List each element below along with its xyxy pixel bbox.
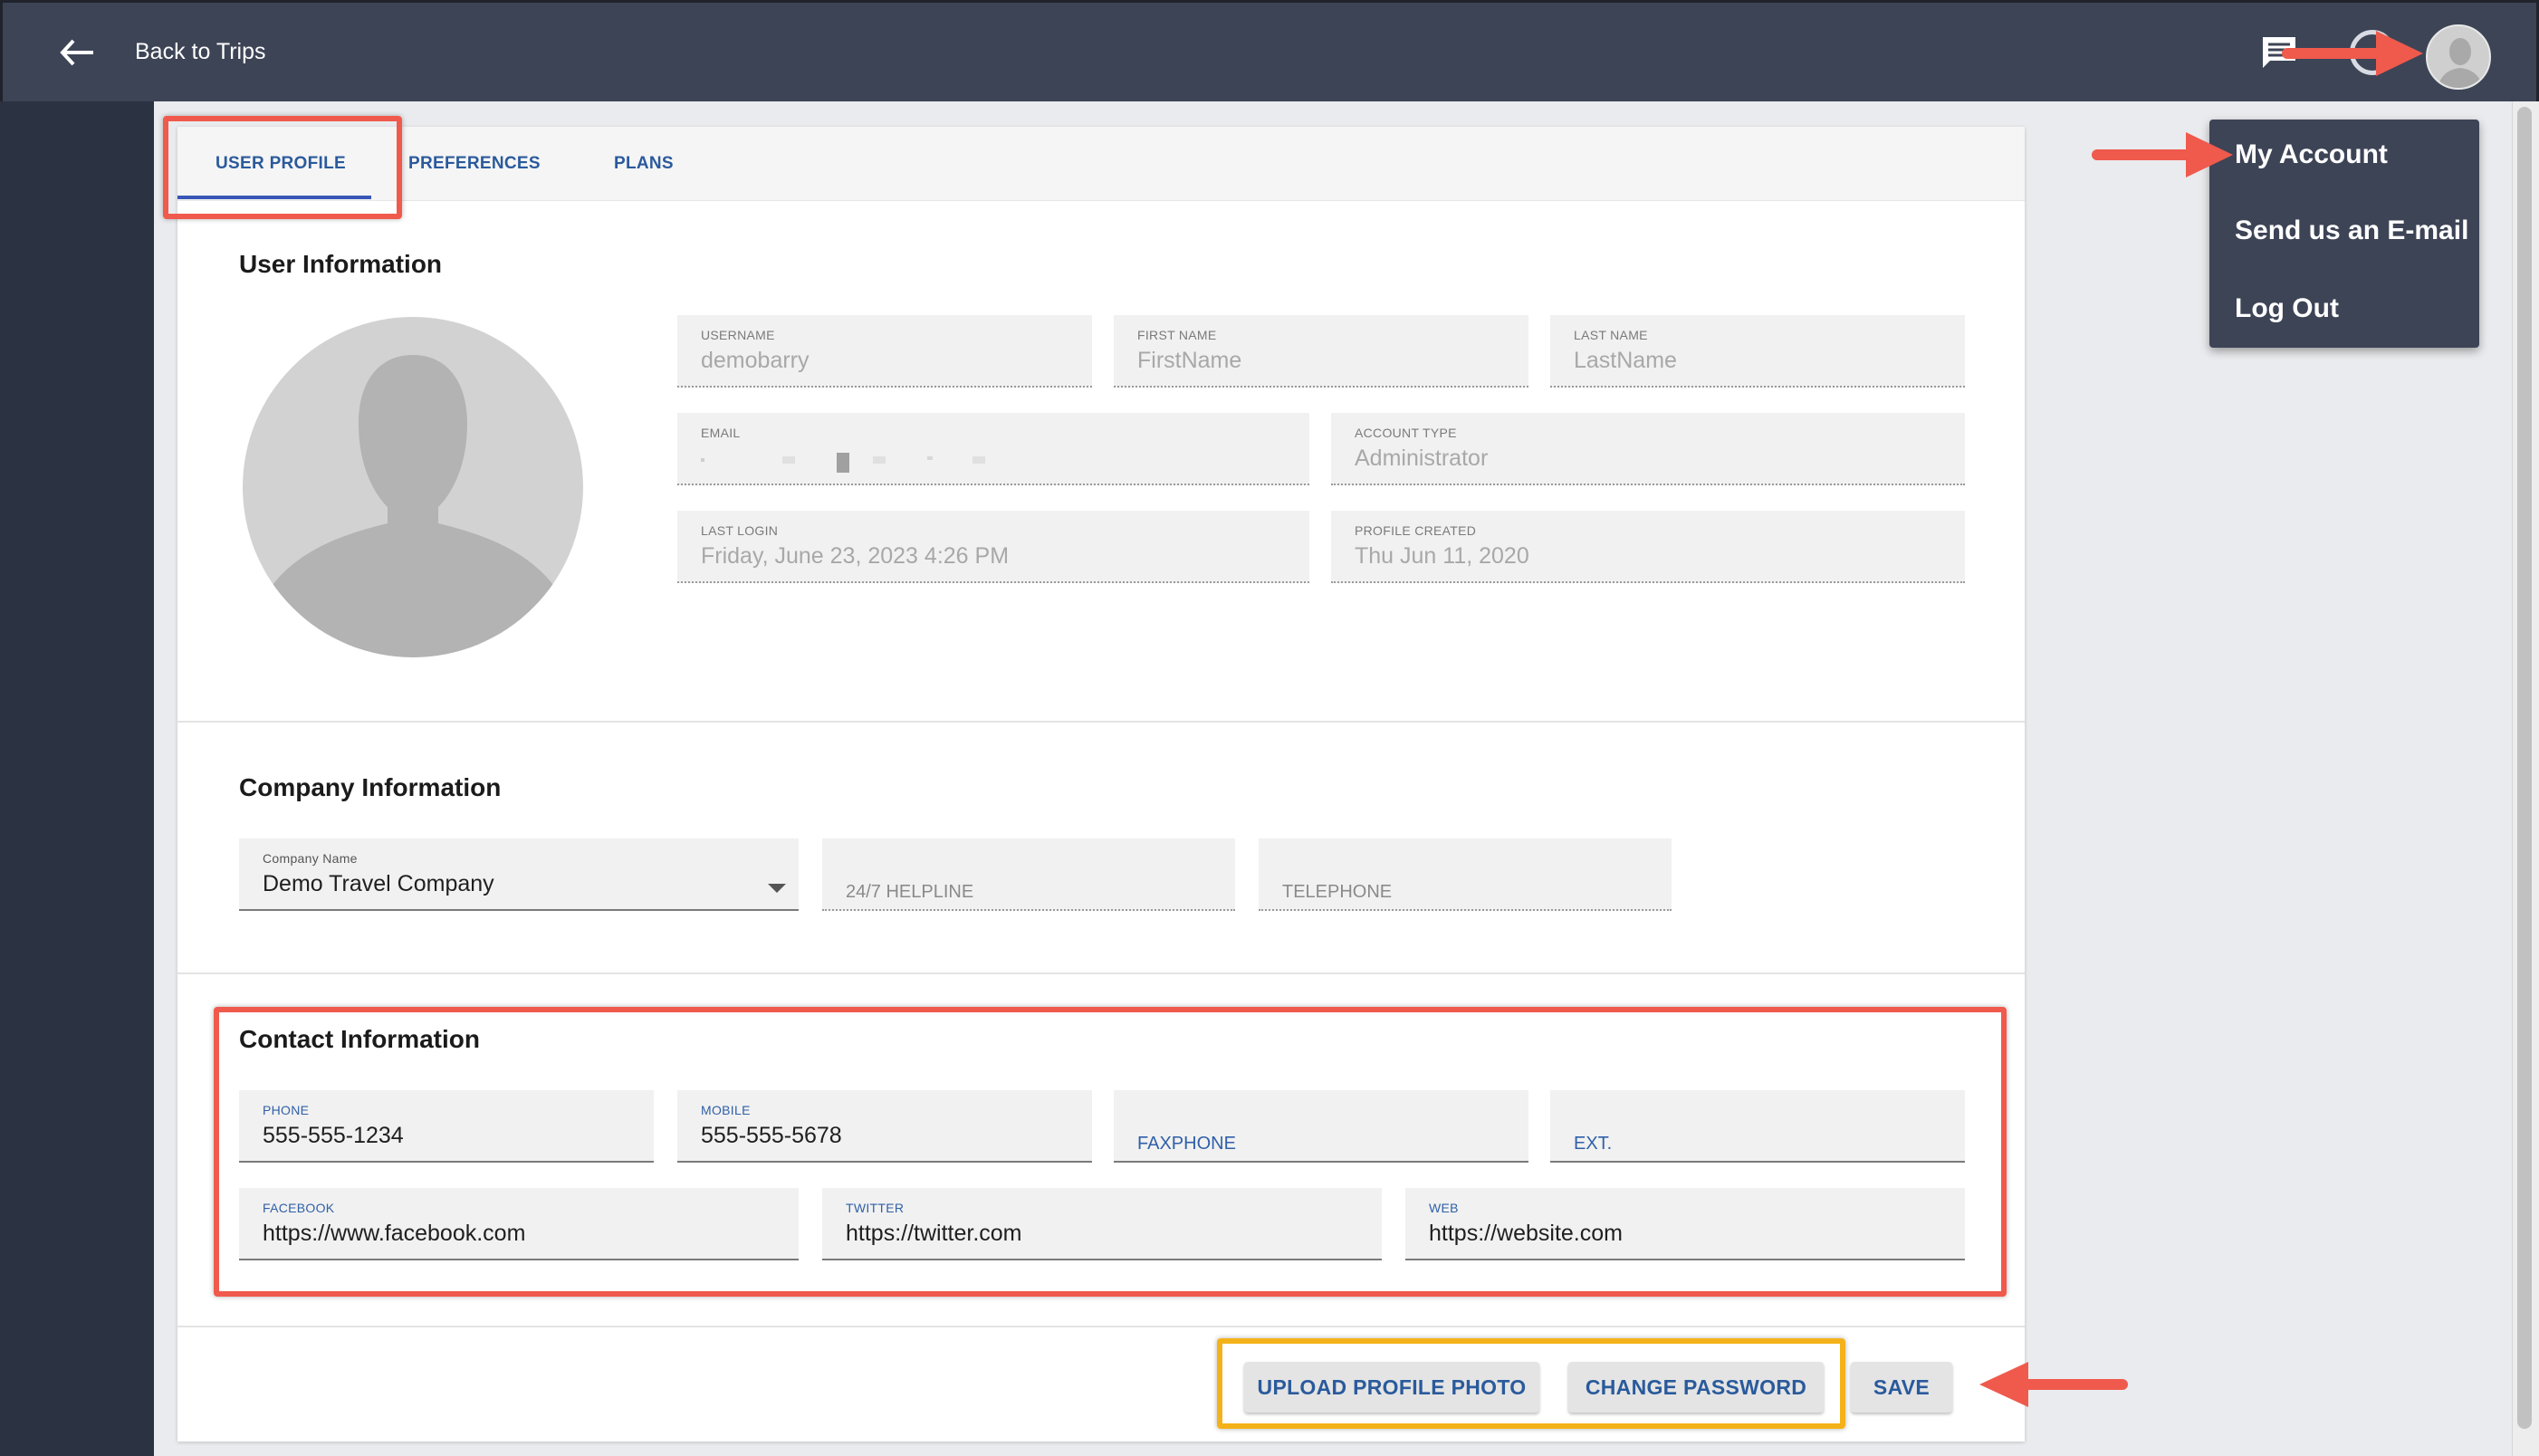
- annotation-arrow-my-account-icon: [2092, 132, 2233, 177]
- email-label: EMAIL: [701, 426, 741, 440]
- top-bar: Back to Trips: [0, 0, 2539, 101]
- account-type-value: Administrator: [1355, 445, 1489, 471]
- profile-created-label: PROFILE CREATED: [1355, 523, 1477, 538]
- chevron-down-icon: [768, 884, 786, 893]
- last-login-value: Friday, June 23, 2023 4:26 PM: [701, 543, 1010, 569]
- section-divider: [177, 1326, 2025, 1327]
- scrollbar-thumb[interactable]: [2517, 107, 2532, 1429]
- user-avatar-button[interactable]: [2426, 24, 2491, 90]
- annotation-arrow-save-icon: [1979, 1362, 2128, 1407]
- account-menu: My Account Send us an E-mail Log Out: [2209, 120, 2479, 348]
- save-button[interactable]: SAVE: [1851, 1362, 1952, 1413]
- last-name-label: LAST NAME: [1574, 328, 1648, 342]
- back-to-trips-link[interactable]: Back to Trips: [135, 39, 266, 65]
- last-login-field: LAST LOGIN Friday, June 23, 2023 4:26 PM: [677, 511, 1309, 583]
- tab-preferences[interactable]: PREFERENCES: [408, 154, 541, 174]
- first-name-value: FirstName: [1137, 348, 1242, 373]
- profile-photo: [243, 317, 583, 657]
- last-name-field: LAST NAME LastName: [1550, 315, 1965, 388]
- helpline-label: 24/7 HELPLINE: [846, 882, 974, 902]
- menu-item-my-account[interactable]: My Account: [2235, 139, 2388, 170]
- menu-item-send-email[interactable]: Send us an E-mail: [2235, 216, 2468, 246]
- username-field: USERNAME demobarry: [677, 315, 1092, 388]
- email-redacted: [701, 453, 985, 473]
- telephone-field[interactable]: TELEPHONE: [1259, 838, 1672, 911]
- profile-created-field: PROFILE CREATED Thu Jun 11, 2020: [1331, 511, 1965, 583]
- account-type-label: ACCOUNT TYPE: [1355, 426, 1457, 440]
- section-divider: [177, 972, 2025, 974]
- last-name-value: LastName: [1574, 348, 1677, 373]
- tab-bar: USER PROFILE PREFERENCES PLANS: [177, 127, 2025, 201]
- username-value: demobarry: [701, 348, 810, 373]
- last-login-label: LAST LOGIN: [701, 523, 779, 538]
- username-label: USERNAME: [701, 328, 775, 342]
- telephone-label: TELEPHONE: [1282, 882, 1393, 902]
- section-divider: [177, 721, 2025, 723]
- person-silhouette-icon: [270, 355, 556, 657]
- account-type-field: ACCOUNT TYPE Administrator: [1331, 413, 1965, 485]
- back-arrow-icon[interactable]: [55, 30, 101, 75]
- helpline-field[interactable]: 24/7 HELPLINE: [822, 838, 1235, 911]
- person-icon: [2437, 38, 2484, 88]
- company-name-value: Demo Travel Company: [263, 871, 494, 896]
- email-field: EMAIL: [677, 413, 1309, 485]
- annotation-box-action-buttons: [1217, 1338, 1845, 1429]
- company-name-select[interactable]: Company Name Demo Travel Company: [239, 838, 799, 911]
- company-information-title: Company Information: [239, 773, 502, 801]
- profile-created-value: Thu Jun 11, 2020: [1355, 543, 1529, 569]
- annotation-box-user-profile-tab: [163, 116, 402, 219]
- company-name-label: Company Name: [263, 851, 358, 866]
- left-sidebar: [0, 101, 154, 1456]
- first-name-field: FIRST NAME FirstName: [1114, 315, 1528, 388]
- annotation-box-contact-information: [214, 1007, 2007, 1297]
- annotation-arrow-avatar-icon: [2282, 31, 2423, 76]
- tab-plans[interactable]: PLANS: [614, 154, 674, 174]
- user-information-title: User Information: [239, 250, 443, 278]
- first-name-label: FIRST NAME: [1137, 328, 1217, 342]
- menu-item-log-out[interactable]: Log Out: [2235, 293, 2339, 324]
